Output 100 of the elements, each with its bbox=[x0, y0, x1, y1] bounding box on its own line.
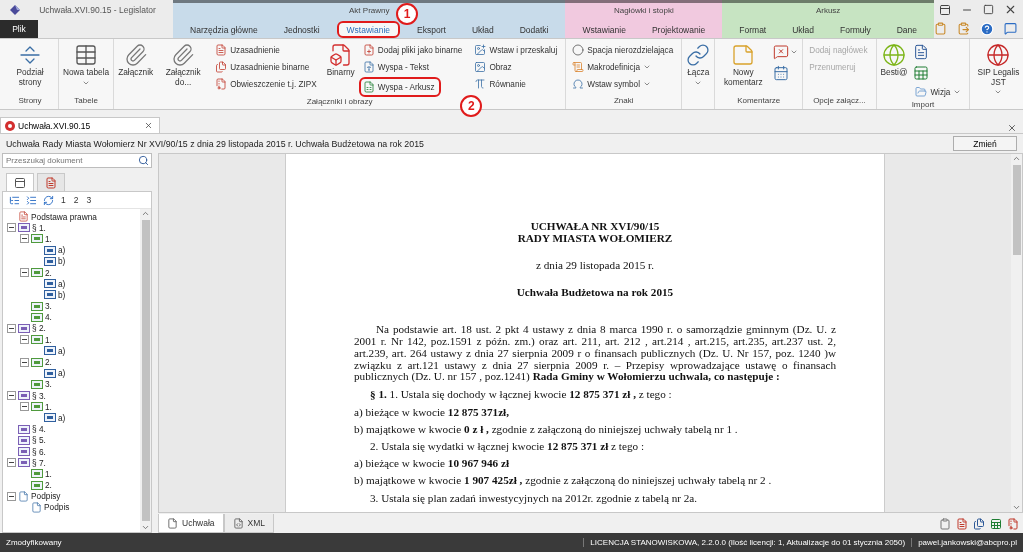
ribbon-button[interactable]: Równanie bbox=[470, 76, 532, 92]
view-tab[interactable]: XML bbox=[223, 514, 275, 533]
document-tab[interactable]: Uchwała.XVI.90.15 bbox=[0, 117, 160, 133]
scroll-up-icon[interactable] bbox=[141, 209, 150, 218]
collapse-icon[interactable] bbox=[7, 458, 16, 468]
view-tab[interactable]: Uchwała bbox=[158, 514, 224, 533]
ribbon-tab[interactable]: Narzędzia główne bbox=[181, 21, 267, 38]
ribbon-button[interactable]: Makrodefinicja bbox=[568, 59, 657, 75]
ribbon-button[interactable]: Załącznik bbox=[116, 42, 156, 79]
level-button[interactable]: 2 bbox=[72, 195, 80, 205]
tree-item[interactable]: Podpis bbox=[44, 502, 70, 513]
file-tab[interactable]: Plik bbox=[0, 20, 38, 38]
ribbon-button[interactable]: Uzasadnienie bbox=[211, 42, 286, 58]
collapse-icon[interactable] bbox=[7, 491, 16, 501]
scroll-up-icon[interactable] bbox=[1012, 154, 1021, 163]
level-button[interactable]: 1 bbox=[60, 195, 67, 205]
ribbon-button[interactable]: Uzasadnienie binarne bbox=[211, 59, 316, 75]
tree-item[interactable]: § 4. bbox=[32, 424, 46, 435]
ribbon-button[interactable]: Besti@ bbox=[878, 42, 910, 79]
ribbon-button[interactable]: SIP Legalis JST bbox=[972, 42, 1023, 97]
clipboard-icon[interactable] bbox=[939, 517, 951, 530]
archive-icon[interactable] bbox=[1007, 517, 1019, 530]
collapse-icon[interactable] bbox=[7, 391, 16, 401]
collapse-icon[interactable] bbox=[20, 357, 29, 367]
ribbon-button[interactable]: Nowy komentarz bbox=[717, 42, 770, 88]
ribbon-tab[interactable]: Projektowanie bbox=[642, 21, 715, 38]
collapse-icon[interactable] bbox=[20, 268, 29, 278]
close-icon[interactable] bbox=[144, 121, 153, 130]
ribbon-button[interactable]: Załącznik do... bbox=[157, 42, 210, 88]
collapse-icon[interactable] bbox=[7, 323, 16, 333]
tree-item[interactable]: a) bbox=[58, 278, 66, 289]
tree-item[interactable]: 4. bbox=[45, 312, 52, 323]
restore-icon[interactable] bbox=[939, 3, 951, 16]
ribbon-button[interactable]: Wyspa - Arkusz bbox=[358, 77, 441, 97]
close-icon[interactable] bbox=[1004, 3, 1017, 16]
clipboard-icon[interactable] bbox=[957, 22, 970, 35]
collapse-icon[interactable] bbox=[7, 223, 16, 233]
expand-all-icon[interactable] bbox=[9, 194, 20, 206]
tree-item[interactable]: b) bbox=[58, 256, 66, 267]
tree-item[interactable]: Podpisy bbox=[31, 491, 61, 502]
scroll-down-icon[interactable] bbox=[141, 523, 150, 532]
document-icon[interactable] bbox=[956, 517, 968, 530]
ribbon-button[interactable]: Binarny bbox=[324, 42, 357, 79]
tree-item[interactable]: § 6. bbox=[32, 446, 46, 457]
refresh-icon[interactable] bbox=[43, 194, 54, 206]
tree-item[interactable]: § 7. bbox=[32, 457, 46, 468]
tree-item[interactable]: § 5. bbox=[32, 435, 46, 446]
chat-icon[interactable] bbox=[1004, 22, 1017, 35]
tree-item[interactable]: a) bbox=[58, 345, 66, 356]
ribbon-tab[interactable]: Dodatki bbox=[510, 21, 558, 38]
spreadsheet-icon[interactable] bbox=[990, 517, 1002, 530]
ribbon-tab[interactable]: Wstawianie bbox=[573, 21, 635, 38]
ribbon-tab[interactable]: Układ bbox=[783, 21, 823, 38]
ribbon-button[interactable]: Obwieszczenie t.j. ZIPX bbox=[211, 76, 323, 92]
ribbon-tab[interactable]: Układ bbox=[462, 21, 503, 38]
close-icon[interactable] bbox=[1007, 123, 1017, 133]
scroll-down-icon[interactable] bbox=[1012, 503, 1021, 512]
tree-item[interactable]: § 3. bbox=[32, 390, 46, 401]
ribbon-button[interactable]: Wizja bbox=[911, 84, 968, 100]
panel-tab[interactable] bbox=[37, 173, 65, 191]
ribbon-tab[interactable]: Jednostki bbox=[274, 21, 329, 38]
search-icon[interactable] bbox=[138, 155, 149, 166]
collapse-icon[interactable] bbox=[20, 335, 29, 345]
tree-item[interactable]: 2. bbox=[45, 267, 52, 278]
documents-icon[interactable] bbox=[973, 517, 985, 530]
ribbon-button[interactable]: Podział strony bbox=[4, 42, 56, 88]
collapse-all-icon[interactable] bbox=[26, 194, 37, 206]
search-field[interactable]: Przeszukaj dokument bbox=[2, 153, 152, 168]
help-icon[interactable] bbox=[980, 21, 994, 36]
tree-item[interactable]: 2. bbox=[45, 480, 52, 491]
panel-tab[interactable] bbox=[6, 173, 34, 191]
ribbon-button[interactable]: Nowa tabela bbox=[61, 42, 112, 88]
scrollbar[interactable] bbox=[140, 209, 151, 532]
ribbon-tab[interactable]: Wstawianie bbox=[336, 21, 401, 38]
tree-item[interactable]: a) bbox=[58, 412, 66, 423]
tree-item[interactable]: 1. bbox=[45, 233, 52, 244]
collapse-icon[interactable] bbox=[20, 402, 29, 412]
change-button[interactable]: Zmień bbox=[953, 136, 1017, 151]
ribbon-button[interactable]: Wyspa - Tekst bbox=[358, 59, 435, 75]
ribbon-button[interactable]: Obraz bbox=[470, 59, 518, 75]
ribbon-tab[interactable]: Formuły bbox=[830, 21, 880, 38]
clipboard-icon[interactable] bbox=[934, 22, 947, 35]
ribbon-tab[interactable]: Format bbox=[730, 21, 776, 38]
scroll-thumb[interactable] bbox=[141, 220, 150, 521]
ribbon-button[interactable]: Łącza bbox=[684, 42, 713, 88]
ribbon-tab[interactable]: Dane bbox=[887, 21, 926, 38]
tree-item[interactable]: b) bbox=[58, 289, 66, 300]
tree-item[interactable]: 1. bbox=[45, 334, 52, 345]
tree-item[interactable]: a) bbox=[58, 368, 66, 379]
ribbon-button[interactable]: Dodaj pliki jako binarne bbox=[358, 42, 469, 58]
tree-item[interactable]: Podstawa prawna bbox=[31, 211, 97, 222]
scrollbar[interactable] bbox=[1011, 154, 1022, 512]
ribbon-button[interactable]: Spacja nierozdzielająca bbox=[568, 42, 680, 58]
scroll-thumb[interactable] bbox=[1012, 165, 1021, 255]
tree-item[interactable]: 3. bbox=[45, 379, 52, 390]
tree-item[interactable]: § 2. bbox=[32, 323, 46, 334]
tree-item[interactable]: 1. bbox=[45, 401, 52, 412]
ribbon-button[interactable]: Wstaw i przeskaluj bbox=[470, 42, 564, 58]
tree-item[interactable]: § 1. bbox=[32, 222, 46, 233]
tree-item[interactable]: 3. bbox=[45, 301, 52, 312]
